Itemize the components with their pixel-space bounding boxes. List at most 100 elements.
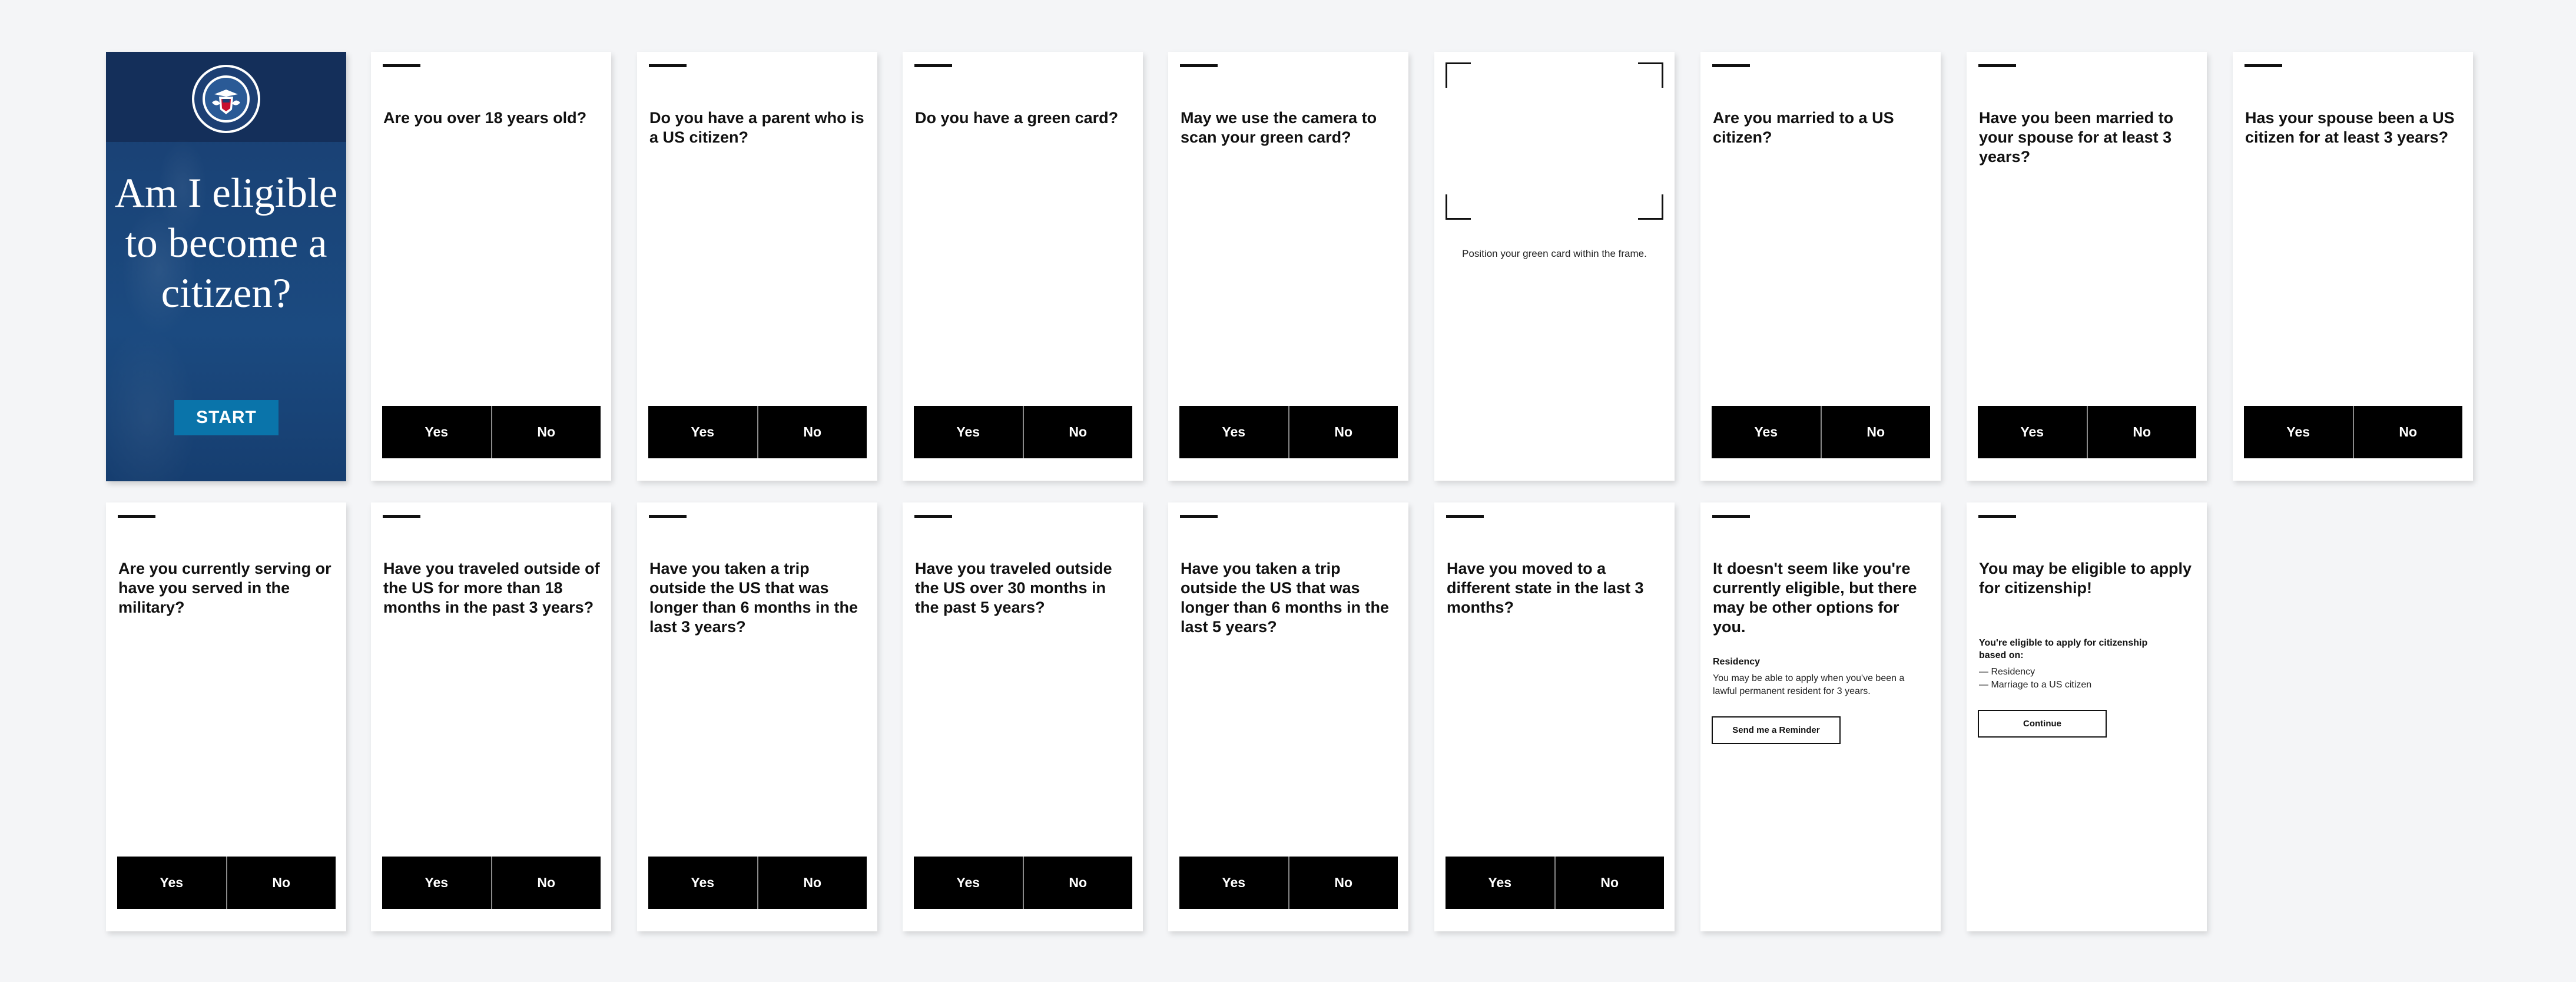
question-card: Have you taken a trip outside the US tha… — [637, 502, 877, 931]
no-button[interactable]: No — [226, 857, 336, 909]
continue-button[interactable]: Continue — [1978, 710, 2107, 738]
progress-dash — [383, 515, 420, 518]
no-button[interactable]: No — [490, 406, 601, 458]
yes-button[interactable]: Yes — [914, 406, 1023, 458]
no-button[interactable]: No — [1288, 857, 1398, 909]
progress-dash — [1180, 515, 1218, 518]
question-card: Have you traveled outside the US over 30… — [903, 502, 1143, 931]
question-card: May we use the camera to scan your green… — [1168, 52, 1408, 481]
question-card: Are you over 18 years old? Yes No — [371, 52, 611, 481]
eligibility-basis-label: You're eligible to apply for citizenship… — [1979, 638, 2148, 660]
question-card: Are you currently serving or have you se… — [106, 502, 346, 931]
question-text: Are you married to a US citizen? — [1713, 109, 1894, 146]
yes-button[interactable]: Yes — [1179, 857, 1288, 909]
basis-list-item: — Marriage to a US citizen — [1979, 680, 2092, 690]
question-text: Have you been married to your spouse for… — [1979, 109, 2174, 166]
progress-dash — [914, 515, 952, 518]
landing-title: Am I eligible to become a citizen? — [114, 170, 338, 316]
residency-heading: Residency — [1713, 657, 1761, 667]
not-eligible-card: It doesn't seem like you're currently el… — [1700, 502, 1941, 931]
answer-buttons: Yes No — [1978, 406, 2196, 458]
no-button[interactable]: No — [2352, 406, 2462, 458]
answer-buttons: Yes No — [1446, 857, 1664, 909]
progress-dash — [649, 515, 687, 518]
yes-button[interactable]: Yes — [914, 857, 1023, 909]
question-text: May we use the camera to scan your green… — [1181, 109, 1377, 146]
answer-buttons: Yes No — [1179, 406, 1398, 458]
question-card: Has your spouse been a US citizen for at… — [2233, 52, 2473, 481]
question-text: Do you have a green card? — [915, 109, 1119, 127]
answer-buttons: Yes No — [914, 857, 1132, 909]
landing-screen: Am I eligible to become a citizen? START — [106, 52, 346, 481]
no-button[interactable]: No — [757, 406, 867, 458]
answer-buttons: Yes No — [1179, 857, 1398, 909]
progress-dash — [1978, 515, 2016, 518]
no-button[interactable]: No — [1022, 857, 1132, 909]
question-text: Have you traveled outside the US over 30… — [915, 560, 1112, 616]
no-button[interactable]: No — [1288, 406, 1398, 458]
dhs-seal-icon — [192, 65, 260, 133]
yes-button[interactable]: Yes — [648, 406, 757, 458]
question-card: Do you have a parent who is a US citizen… — [637, 52, 877, 481]
question-text: Are you currently serving or have you se… — [118, 560, 331, 616]
start-button[interactable]: START — [174, 400, 279, 435]
question-text: Have you moved to a different state in t… — [1447, 560, 1644, 616]
question-text: Have you taken a trip outside the US tha… — [1181, 560, 1390, 636]
question-card: Are you married to a US citizen? Yes No — [1700, 52, 1941, 481]
answer-buttons: Yes No — [648, 857, 867, 909]
scan-frame-corner — [1446, 194, 1471, 220]
progress-dash — [1446, 515, 1484, 518]
no-button[interactable]: No — [2086, 406, 2196, 458]
answer-buttons: Yes No — [914, 406, 1132, 458]
yes-button[interactable]: Yes — [648, 857, 757, 909]
progress-dash — [383, 64, 420, 67]
answer-buttons: Yes No — [2244, 406, 2462, 458]
no-button[interactable]: No — [1820, 406, 1930, 458]
scan-frame-corner — [1638, 194, 1663, 220]
answer-buttons: Yes No — [648, 406, 867, 458]
basis-list-item: — Residency — [1979, 667, 2035, 677]
yes-button[interactable]: Yes — [1179, 406, 1288, 458]
answer-buttons: Yes No — [382, 406, 601, 458]
scan-caption: Position your green card within the fram… — [1462, 248, 1647, 259]
progress-dash — [2245, 64, 2282, 67]
eligible-card: You may be eligible to apply for citizen… — [1967, 502, 2207, 931]
question-text: Has your spouse been a US citizen for at… — [2245, 109, 2455, 146]
question-text: Have you traveled outside of the US for … — [383, 560, 600, 616]
question-card: Do you have a green card? Yes No — [903, 52, 1143, 481]
question-card: Have you traveled outside of the US for … — [371, 502, 611, 931]
send-reminder-button[interactable]: Send me a Reminder — [1712, 716, 1841, 744]
scan-frame-corner — [1638, 62, 1663, 88]
question-text: Are you over 18 years old? — [383, 109, 587, 127]
yes-button[interactable]: Yes — [1446, 857, 1554, 909]
scan-frame-corner — [1446, 62, 1471, 88]
progress-dash — [1712, 64, 1750, 67]
residency-description: You may be able to apply when you've bee… — [1713, 673, 1905, 696]
no-button[interactable]: No — [490, 857, 601, 909]
yes-button[interactable]: Yes — [382, 857, 491, 909]
progress-dash — [1712, 515, 1750, 518]
progress-dash — [914, 64, 952, 67]
question-card: Have you taken a trip outside the US tha… — [1168, 502, 1408, 931]
answer-buttons: Yes No — [117, 857, 336, 909]
yes-button[interactable]: Yes — [382, 406, 491, 458]
question-text: Do you have a parent who is a US citizen… — [649, 109, 864, 146]
no-button[interactable]: No — [757, 857, 867, 909]
result-heading: You may be eligible to apply for citizen… — [1979, 560, 2192, 597]
progress-dash — [118, 515, 155, 518]
no-button[interactable]: No — [1554, 857, 1664, 909]
progress-dash — [1978, 64, 2016, 67]
yes-button[interactable]: Yes — [117, 857, 226, 909]
result-heading: It doesn't seem like you're currently el… — [1713, 560, 1917, 636]
progress-dash — [649, 64, 687, 67]
progress-dash — [1180, 64, 1218, 67]
scanner-card: Position your green card within the fram… — [1434, 52, 1675, 481]
question-card: Have you moved to a different state in t… — [1434, 502, 1675, 931]
question-card: Have you been married to your spouse for… — [1967, 52, 2207, 481]
yes-button[interactable]: Yes — [1712, 406, 1821, 458]
yes-button[interactable]: Yes — [1978, 406, 2087, 458]
answer-buttons: Yes No — [382, 857, 601, 909]
answer-buttons: Yes No — [1712, 406, 1930, 458]
yes-button[interactable]: Yes — [2244, 406, 2353, 458]
no-button[interactable]: No — [1022, 406, 1132, 458]
